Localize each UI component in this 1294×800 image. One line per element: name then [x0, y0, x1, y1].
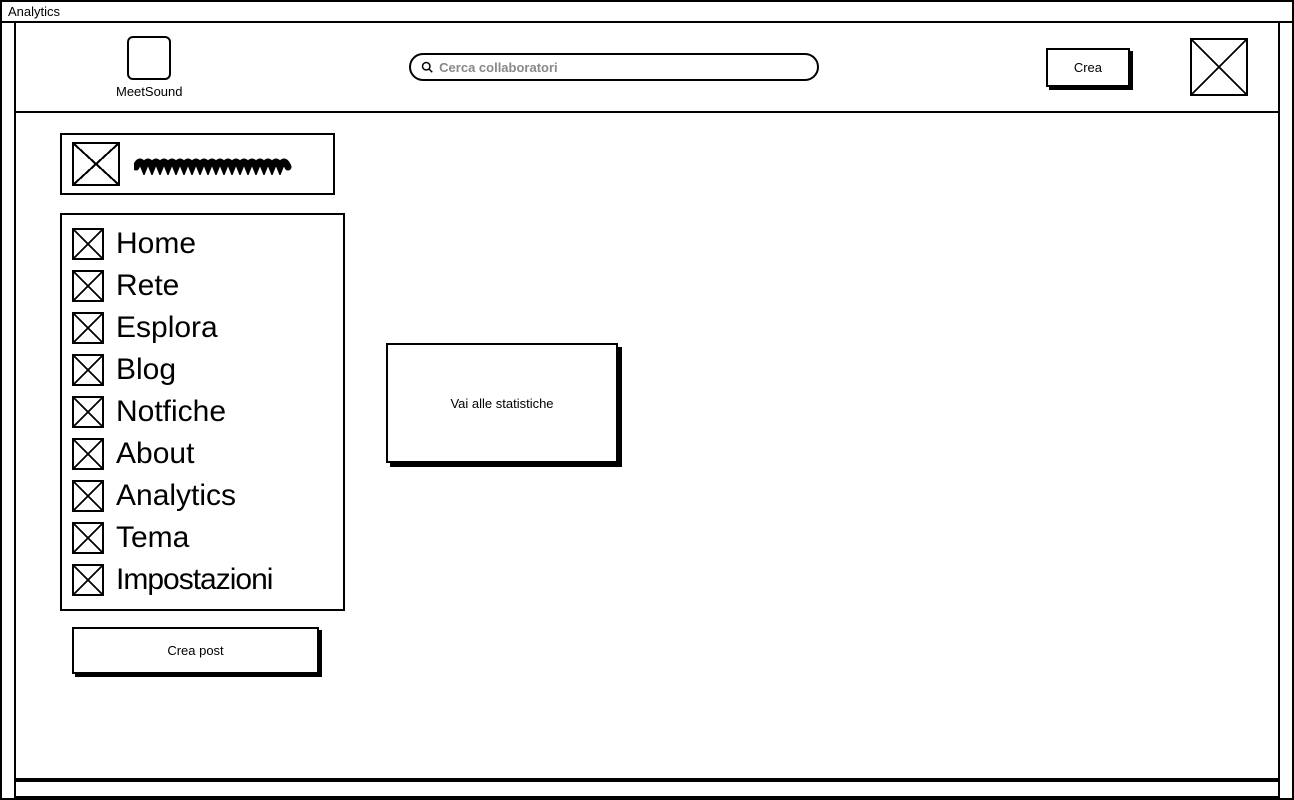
sidebar-item-impostazioni[interactable]: Impostazioni — [72, 559, 335, 601]
search-icon — [421, 61, 433, 73]
info-icon — [72, 438, 104, 470]
footer — [14, 780, 1280, 798]
create-post-button[interactable]: Crea post — [72, 627, 319, 674]
network-icon — [72, 270, 104, 302]
sidebar-item-label: Blog — [116, 353, 176, 387]
window-titlebar: Analytics — [2, 2, 1292, 23]
sidebar-item-label: Home — [116, 227, 196, 261]
sidebar-item-label: Rete — [116, 269, 179, 303]
search-field[interactable] — [409, 53, 819, 81]
chart-icon — [72, 480, 104, 512]
theme-icon — [72, 522, 104, 554]
sidebar-item-rete[interactable]: Rete — [72, 265, 335, 307]
profile-name-placeholder — [134, 153, 294, 175]
sidebar-item-notifiche[interactable]: Notfiche — [72, 391, 335, 433]
logo-icon[interactable] — [127, 36, 171, 80]
create-button[interactable]: Crea — [1046, 48, 1130, 87]
sidebar-item-blog[interactable]: Blog — [72, 349, 335, 391]
search-wrap — [203, 53, 1026, 81]
profile-card[interactable] — [60, 133, 335, 195]
sidebar-item-label: About — [116, 437, 194, 471]
body: Home Rete Esplora Blog Notfiche — [14, 113, 1280, 780]
header: MeetSound Crea — [14, 23, 1280, 113]
app-name: MeetSound — [116, 84, 183, 99]
home-icon — [72, 228, 104, 260]
go-to-stats-button[interactable]: Vai alle statistiche — [386, 343, 618, 463]
sidebar-item-label: Esplora — [116, 311, 218, 345]
sidebar-nav: Home Rete Esplora Blog Notfiche — [60, 213, 345, 611]
main-content: Vai alle statistiche — [356, 113, 1278, 778]
sidebar-item-analytics[interactable]: Analytics — [72, 475, 335, 517]
gear-icon — [72, 564, 104, 596]
sidebar-item-esplora[interactable]: Esplora — [72, 307, 335, 349]
sidebar-item-tema[interactable]: Tema — [72, 517, 335, 559]
window-title: Analytics — [8, 4, 60, 19]
explore-icon — [72, 312, 104, 344]
sidebar-item-about[interactable]: About — [72, 433, 335, 475]
blog-icon — [72, 354, 104, 386]
sidebar-item-label: Impostazioni — [116, 563, 272, 597]
sidebar: Home Rete Esplora Blog Notfiche — [16, 113, 356, 778]
sidebar-item-label: Analytics — [116, 479, 236, 513]
sidebar-item-label: Tema — [116, 521, 189, 555]
stats-button-label: Vai alle statistiche — [450, 396, 553, 411]
profile-avatar-icon — [72, 142, 120, 186]
search-input[interactable] — [439, 60, 807, 75]
sidebar-item-home[interactable]: Home — [72, 223, 335, 265]
bell-icon — [72, 396, 104, 428]
app-window: Analytics MeetSound Crea — [0, 0, 1294, 800]
logo-block: MeetSound — [116, 36, 183, 99]
avatar-icon[interactable] — [1190, 38, 1248, 96]
sidebar-item-label: Notfiche — [116, 395, 226, 429]
